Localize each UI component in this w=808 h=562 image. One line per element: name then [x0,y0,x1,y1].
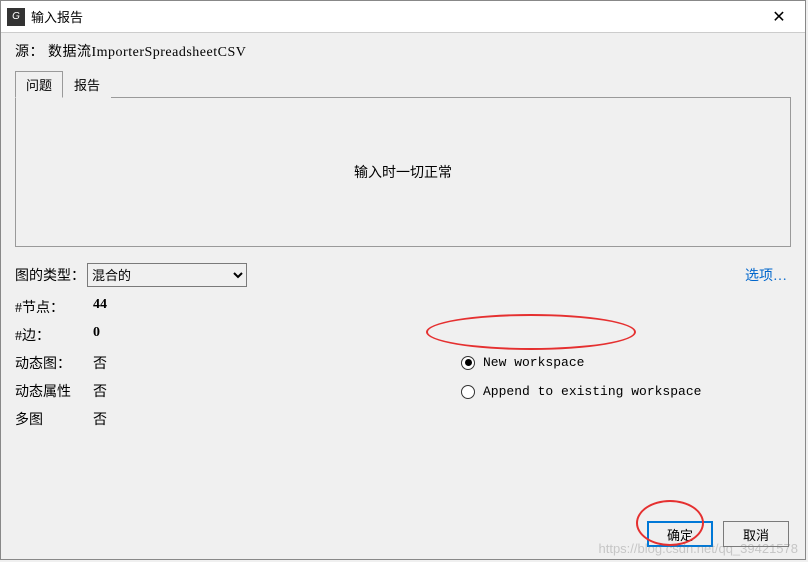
dialog-buttons: 确定 取消 [647,521,789,547]
stat-nodes: #节点： 44 [15,297,791,317]
window-title: 输入报告 [31,7,759,26]
panel-message: 输入时一切正常 [354,162,452,182]
close-button[interactable]: ✕ [759,2,799,32]
stat-multi-graph-label: 多图 [15,409,93,429]
radio-append-workspace-label: Append to existing workspace [483,384,701,399]
radio-button-icon [461,356,475,370]
dialog-content: 源： 数据流ImporterSpreadsheetCSV 问题 报告 输入时一切… [1,33,805,559]
stat-dynamic-graph-value: 否 [93,353,107,373]
tab-report[interactable]: 报告 [63,71,111,98]
tabs: 问题 报告 [15,71,791,98]
radio-new-workspace-label: New workspace [483,355,584,370]
options-link[interactable]: 选项… [745,265,787,285]
tab-issues[interactable]: 问题 [15,71,63,98]
titlebar: G 输入报告 ✕ [1,1,805,33]
source-value: 数据流ImporterSpreadsheetCSV [48,45,246,60]
graph-type-label: 图的类型： [15,265,87,285]
graph-type-select[interactable]: 混合的 [87,263,247,287]
ok-button[interactable]: 确定 [647,521,713,547]
stat-edges: #边： 0 [15,325,791,345]
stat-nodes-value: 44 [93,297,107,317]
radio-append-workspace[interactable]: Append to existing workspace [461,384,701,399]
stat-dynamic-attr-value: 否 [93,381,107,401]
radio-button-icon [461,385,475,399]
stat-dynamic-attr-label: 动态属性 [15,381,93,401]
dialog-window: G 输入报告 ✕ 源： 数据流ImporterSpreadsheetCSV 问题… [0,0,806,560]
stat-edges-value: 0 [93,325,100,345]
cancel-button[interactable]: 取消 [723,521,789,547]
stat-multi-graph-value: 否 [93,409,107,429]
radio-new-workspace[interactable]: New workspace [461,355,701,370]
stat-dynamic-graph-label: 动态图： [15,353,93,373]
graph-type-row: 图的类型： 混合的 选项… [15,263,791,287]
stat-nodes-label: #节点： [15,297,93,317]
tab-panel: 输入时一切正常 [15,97,791,247]
app-icon: G [7,8,25,26]
stat-edges-label: #边： [15,325,93,345]
workspace-radio-group: New workspace Append to existing workspa… [461,355,701,413]
source-label: 源： [15,45,44,60]
source-line: 源： 数据流ImporterSpreadsheetCSV [15,41,791,61]
